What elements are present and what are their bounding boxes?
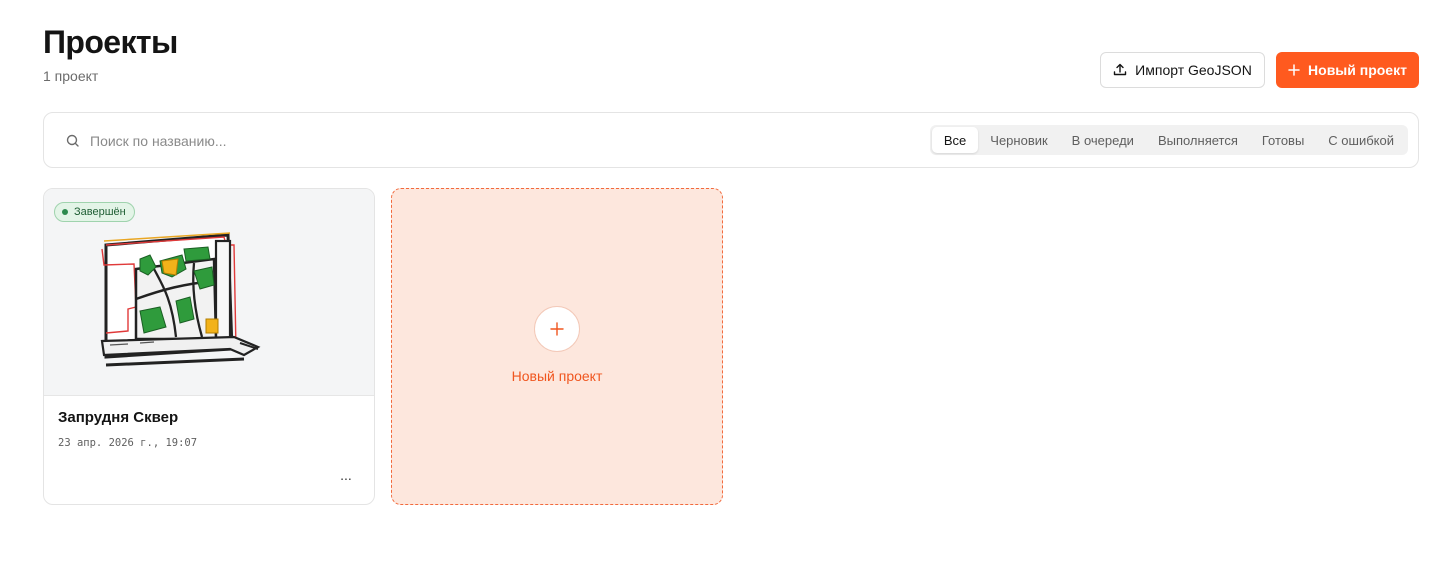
search-icon	[66, 134, 79, 147]
status-dot	[62, 209, 68, 215]
tab-queued[interactable]: В очереди	[1060, 127, 1146, 153]
project-count: 1 проект	[43, 68, 99, 84]
new-project-card[interactable]: Новый проект	[391, 188, 723, 505]
status-label: Завершён	[74, 206, 126, 218]
more-icon[interactable]: ...	[336, 465, 356, 485]
new-project-card-label: Новый проект	[511, 368, 603, 384]
status-badge: Завершён	[54, 202, 135, 222]
tab-error[interactable]: С ошибкой	[1316, 127, 1406, 153]
page-title: Проекты	[43, 24, 178, 60]
project-thumbnail: Завершён	[44, 189, 374, 396]
project-title: Запрудня Сквер	[58, 409, 179, 426]
upload-icon	[1113, 63, 1127, 76]
tab-ready[interactable]: Готовы	[1250, 127, 1316, 153]
project-card[interactable]: Завершён Запрудня Сквер 23 апр. 2026 г.,…	[43, 188, 375, 505]
plus-icon	[550, 322, 564, 336]
import-geojson-button[interactable]: Импорт GeoJSON	[1100, 52, 1265, 88]
tab-draft[interactable]: Черновик	[978, 127, 1059, 153]
import-geojson-label: Импорт GeoJSON	[1135, 62, 1252, 78]
new-project-button[interactable]: Новый проект	[1276, 52, 1419, 88]
status-filter-tabs: Все Черновик В очереди Выполняется Готов…	[929, 125, 1408, 155]
filter-toolbar: Все Черновик В очереди Выполняется Готов…	[43, 112, 1419, 168]
tab-running[interactable]: Выполняется	[1146, 127, 1250, 153]
search-input[interactable]	[88, 129, 492, 153]
plus-icon	[1288, 64, 1300, 76]
tab-all[interactable]: Все	[931, 127, 979, 153]
new-project-label: Новый проект	[1308, 62, 1407, 78]
project-date: 23 апр. 2026 г., 19:07	[58, 437, 198, 449]
add-circle	[534, 306, 580, 352]
